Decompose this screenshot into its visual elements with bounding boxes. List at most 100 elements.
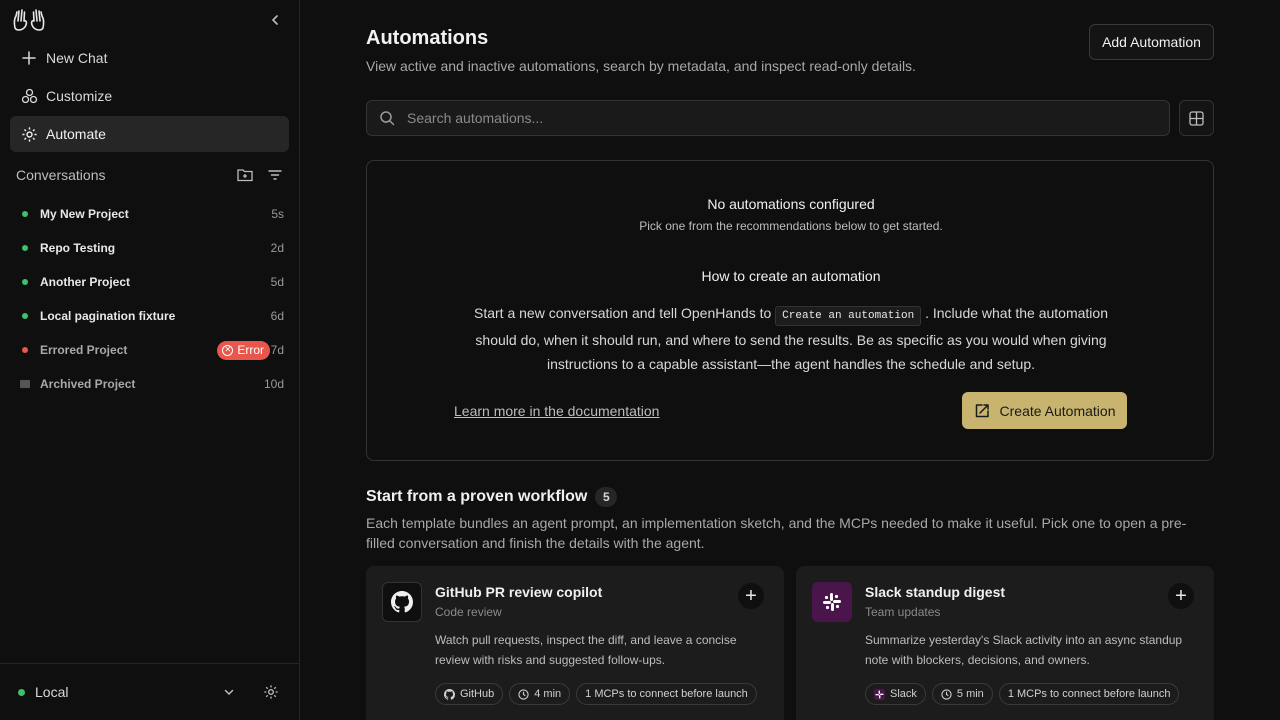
conversation-age: 7d bbox=[270, 343, 284, 357]
conversation-item[interactable]: Another Project 5d bbox=[16, 265, 284, 299]
chevron-down-icon[interactable] bbox=[223, 686, 235, 698]
sidebar: New Chat Customize Automate Conversation… bbox=[0, 0, 300, 720]
error-icon: ✕ bbox=[222, 344, 234, 356]
workflows-description: Each template bundles an agent prompt, a… bbox=[366, 515, 1187, 551]
conversation-age: 6d bbox=[270, 309, 284, 323]
how-to-body: Start a new conversation and tell OpenHa… bbox=[463, 301, 1119, 376]
filter-icon[interactable] bbox=[266, 166, 284, 184]
conversation-item[interactable]: My New Project 5s bbox=[16, 197, 284, 231]
plus-icon bbox=[20, 49, 38, 67]
duration-chip: 5 min bbox=[931, 683, 993, 705]
add-template-button[interactable]: + bbox=[1168, 583, 1194, 609]
clock-icon bbox=[518, 688, 529, 700]
sidebar-header bbox=[0, 0, 299, 40]
conversation-name: Another Project bbox=[40, 275, 131, 289]
external-edit-icon bbox=[975, 403, 989, 417]
status-dot bbox=[22, 245, 28, 251]
conversation-name: My New Project bbox=[40, 207, 129, 221]
conversation-age: 2d bbox=[270, 241, 284, 255]
template-category: Team updates bbox=[865, 605, 941, 619]
status-dot bbox=[22, 211, 28, 217]
gear-icon bbox=[20, 125, 38, 143]
sidebar-footer: Local bbox=[0, 663, 299, 720]
conversations-header: Conversations bbox=[16, 165, 284, 185]
conversation-age: 5d bbox=[270, 275, 284, 289]
mcp-chip: 1 MCPs to connect before launch bbox=[998, 683, 1180, 705]
template-category: Code review bbox=[435, 605, 502, 619]
connection-status-dot bbox=[18, 688, 25, 696]
status-dot bbox=[22, 313, 28, 319]
search-bar bbox=[366, 100, 1170, 136]
conversation-name: Local pagination fixture bbox=[40, 309, 176, 323]
status-dot bbox=[22, 347, 28, 353]
conversation-item[interactable]: Errored Project ✕ Error 7d bbox=[16, 333, 284, 367]
template-description: Watch pull requests, inspect the diff, a… bbox=[435, 633, 737, 667]
workflows-title-text: Start from a proven workflow bbox=[366, 488, 588, 505]
page-subtitle: View active and inactive automations, se… bbox=[366, 58, 916, 74]
app: New Chat Customize Automate Conversation… bbox=[0, 0, 1280, 720]
automate-button[interactable]: Automate bbox=[10, 116, 289, 152]
create-automation-button[interactable]: Create Automation bbox=[962, 392, 1127, 429]
chip-label: 4 min bbox=[534, 688, 562, 700]
grid-icon bbox=[1189, 110, 1204, 126]
template-chips: Slack 5 min 1 MCPs to connect before lau… bbox=[865, 683, 1185, 705]
create-automation-label: Create Automation bbox=[999, 402, 1116, 419]
duration-chip: 4 min bbox=[509, 683, 571, 705]
search-icon bbox=[380, 111, 395, 126]
new-chat-label: New Chat bbox=[46, 50, 108, 66]
add-automation-button[interactable]: Add Automation bbox=[1089, 24, 1214, 60]
conversation-list: My New Project 5s Repo Testing 2d Anothe… bbox=[16, 197, 284, 401]
customize-label: Customize bbox=[46, 88, 113, 104]
new-chat-button[interactable]: New Chat bbox=[10, 40, 289, 76]
clock-icon bbox=[941, 688, 952, 700]
grid-view-button[interactable] bbox=[1179, 100, 1214, 136]
new-folder-icon[interactable] bbox=[236, 166, 254, 184]
chip-label: 1 MCPs to connect before launch bbox=[1007, 688, 1171, 700]
page-title: Automations bbox=[366, 27, 489, 49]
search-input[interactable] bbox=[407, 110, 1107, 126]
conversations-label: Conversations bbox=[16, 167, 106, 183]
customize-button[interactable]: Customize bbox=[10, 78, 289, 114]
slack-icon bbox=[812, 582, 852, 622]
automate-label: Automate bbox=[46, 126, 106, 142]
conversation-age: 5s bbox=[271, 207, 284, 221]
collapse-sidebar-icon[interactable] bbox=[268, 12, 282, 28]
how-to-title: How to create an automation bbox=[701, 268, 881, 284]
status-dot bbox=[22, 279, 28, 285]
conversation-name: Repo Testing bbox=[40, 241, 116, 255]
workflows-count-badge: 5 bbox=[595, 487, 618, 507]
github-icon bbox=[382, 582, 422, 622]
conversation-age: 10d bbox=[263, 377, 284, 391]
openhands-logo-icon[interactable] bbox=[12, 8, 46, 32]
command-snippet: Create an automation bbox=[775, 306, 922, 326]
chip-label: 5 min bbox=[956, 688, 984, 700]
conversation-item[interactable]: Repo Testing 2d bbox=[16, 231, 284, 265]
error-badge-label: Error bbox=[237, 343, 264, 357]
template-card[interactable]: GitHub PR review copilot Code review + W… bbox=[366, 566, 784, 720]
conversation-item[interactable]: Local pagination fixture 6d bbox=[16, 299, 284, 333]
slack-small-icon bbox=[874, 688, 885, 700]
github-small-icon bbox=[444, 688, 455, 700]
conversation-name: Errored Project bbox=[40, 343, 128, 357]
template-card[interactable]: Slack standup digest Team updates + Summ… bbox=[796, 566, 1214, 720]
template-description: Summarize yesterday's Slack activity int… bbox=[865, 633, 1183, 667]
workflows-title: Start from a proven workflow 5 bbox=[366, 487, 618, 507]
main-content: Automations View active and inactive aut… bbox=[300, 0, 1280, 720]
template-name: GitHub PR review copilot bbox=[435, 584, 603, 600]
archive-icon bbox=[20, 380, 30, 388]
template-chips: GitHub 4 min 1 MCPs to connect before la… bbox=[435, 683, 763, 705]
components-icon bbox=[20, 87, 38, 105]
mcp-chip: 1 MCPs to connect before launch bbox=[576, 683, 757, 705]
error-badge: ✕ Error bbox=[217, 340, 270, 360]
empty-state-title: No automations configured bbox=[707, 196, 875, 212]
empty-state-card: No automations configured Pick one from … bbox=[366, 160, 1214, 461]
chip-label: Slack bbox=[890, 688, 917, 700]
integration-chip: GitHub bbox=[435, 683, 504, 705]
add-template-button[interactable]: + bbox=[738, 583, 764, 609]
conversation-item[interactable]: Archived Project 10d bbox=[16, 367, 284, 401]
documentation-link[interactable]: Learn more in the documentation bbox=[454, 403, 659, 419]
how-to-text-before: Start a new conversation and tell OpenHa… bbox=[473, 305, 772, 321]
conversation-name: Archived Project bbox=[40, 377, 136, 391]
settings-gear-icon[interactable] bbox=[263, 684, 279, 700]
chip-label: 1 MCPs to connect before launch bbox=[585, 688, 748, 700]
